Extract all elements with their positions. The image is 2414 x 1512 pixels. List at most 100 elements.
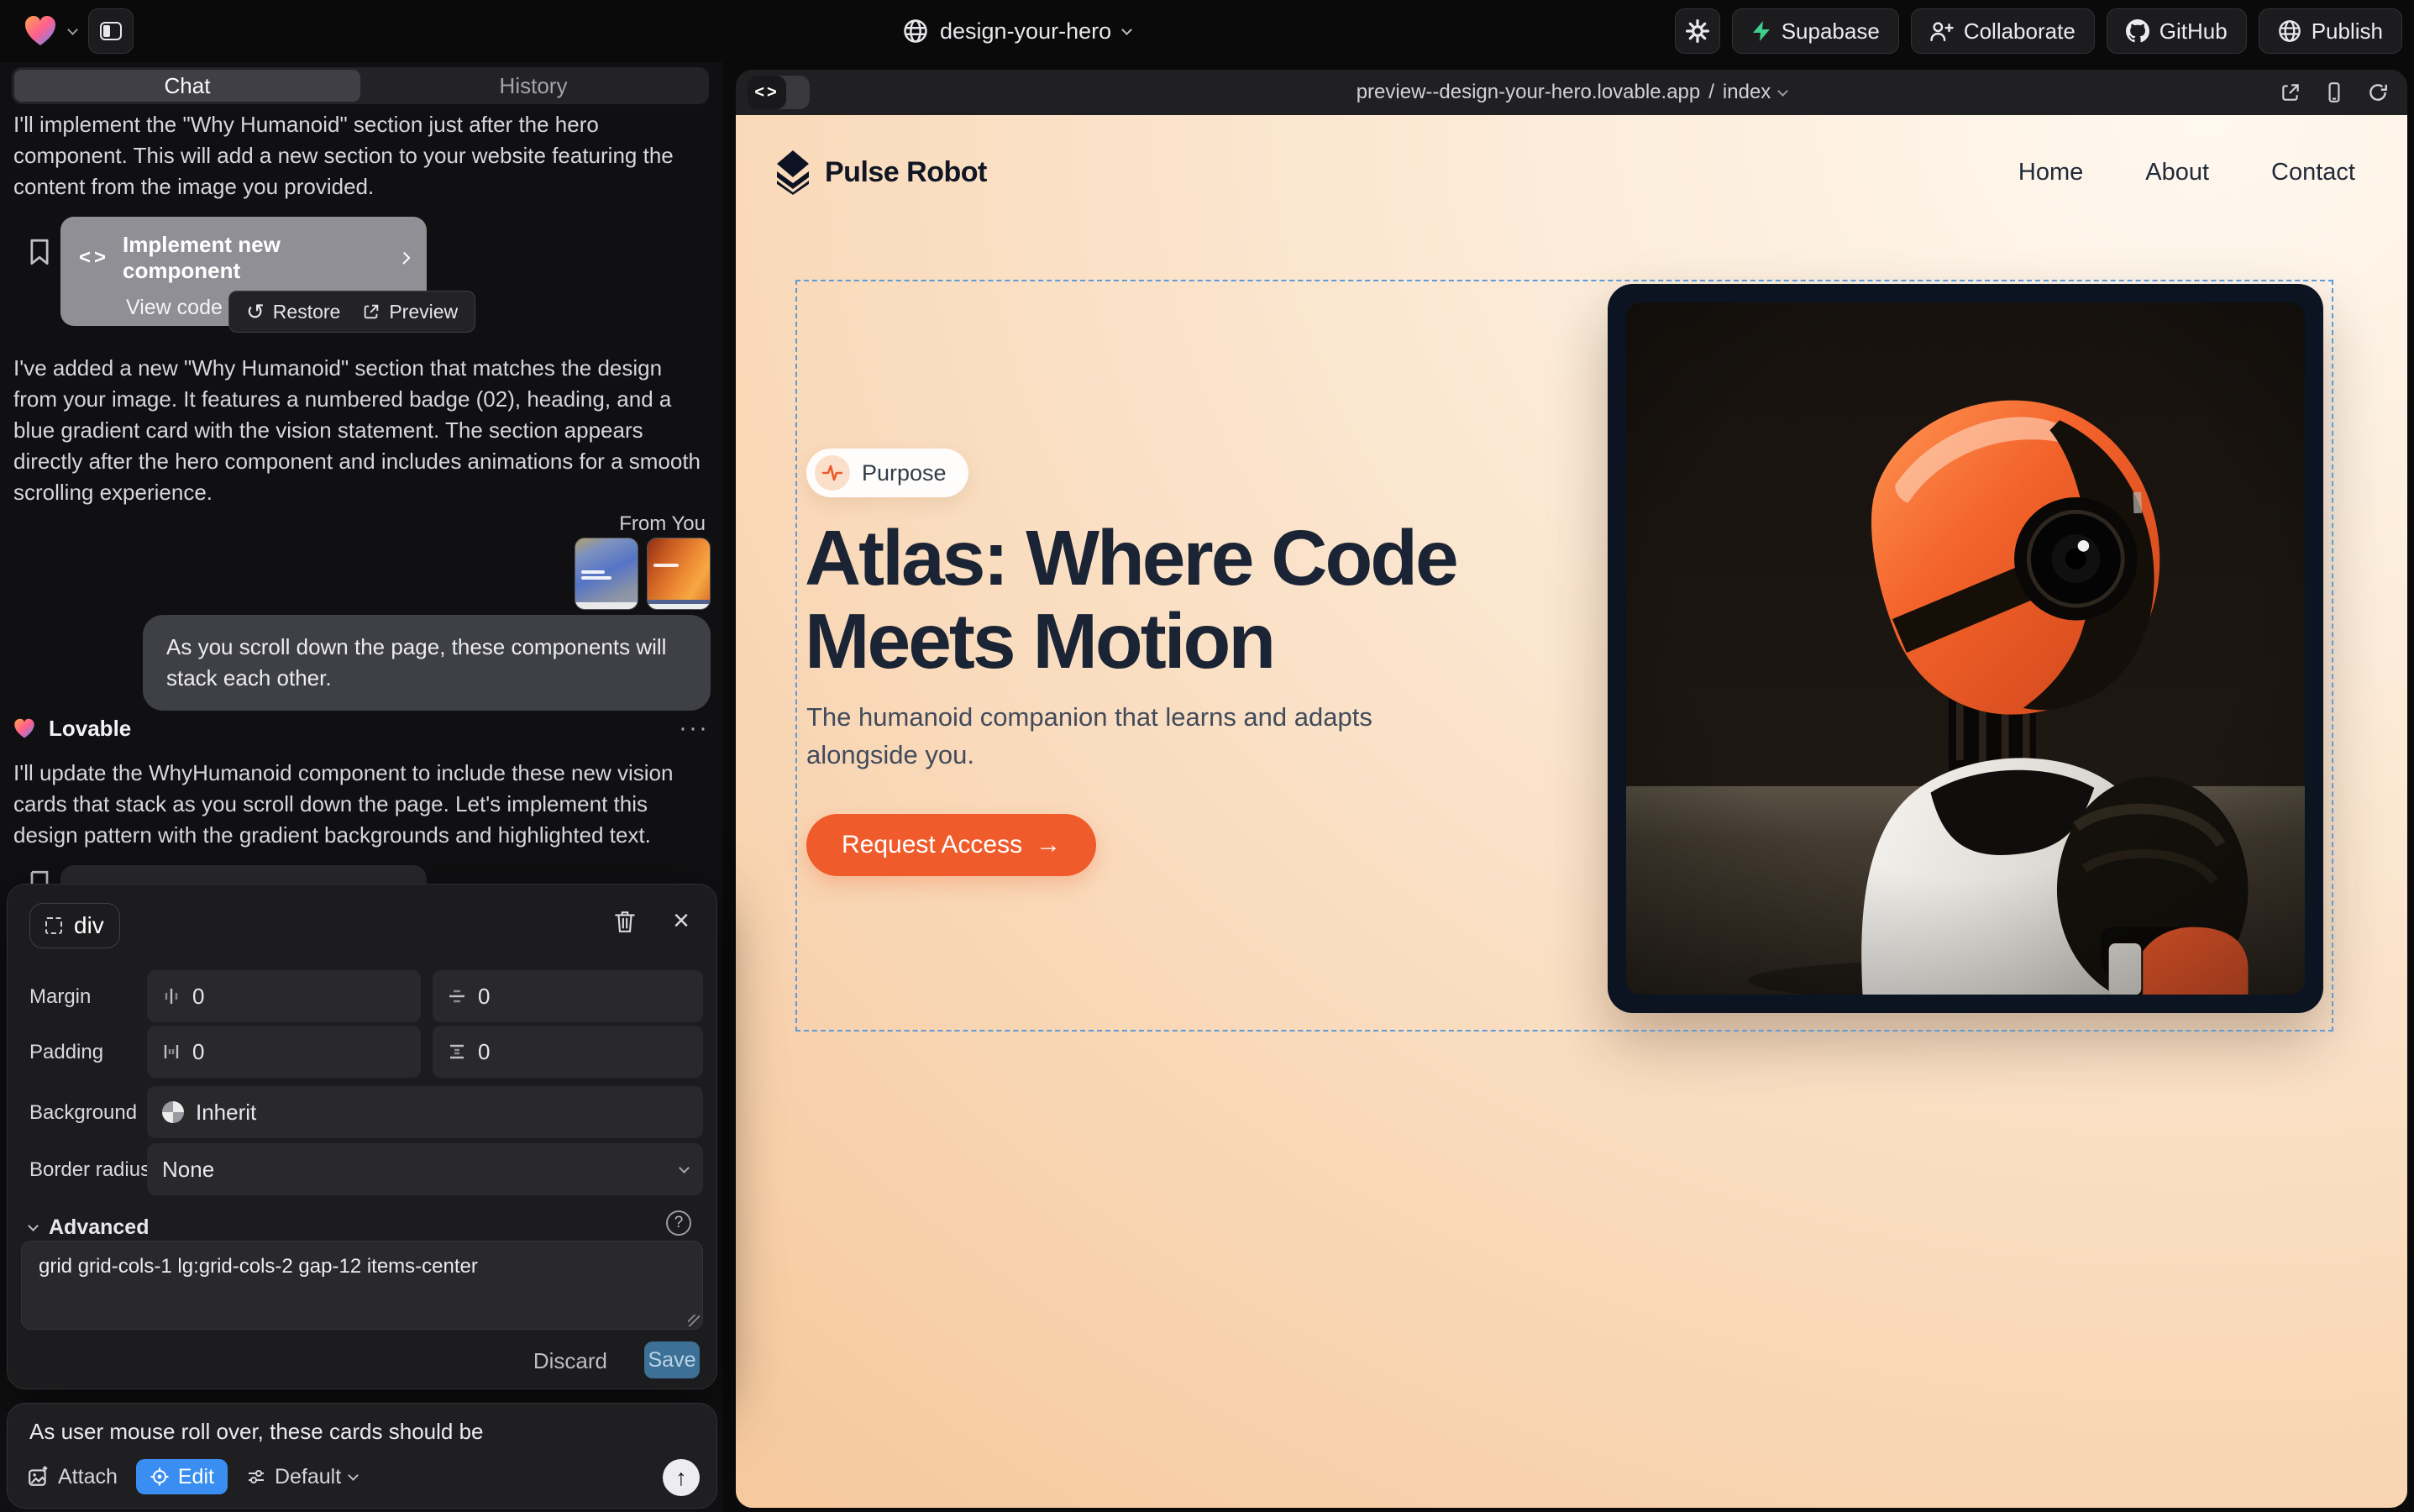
- code-icon: <>: [79, 246, 109, 270]
- margin-label: Margin: [29, 985, 91, 1009]
- close-inspector-button[interactable]: ×: [673, 906, 690, 935]
- attachment-thumbnail-orange[interactable]: [647, 538, 711, 610]
- advanced-toggle[interactable]: Advanced: [29, 1215, 149, 1240]
- border-radius-label: Border radius: [29, 1158, 150, 1182]
- lovable-logo-icon[interactable]: [24, 15, 57, 47]
- assistant-message: I've added a new "Why Humanoid" section …: [13, 353, 707, 508]
- globe-icon: [903, 18, 928, 44]
- discard-button[interactable]: Discard: [533, 1348, 607, 1374]
- lovable-heart-icon: [13, 718, 35, 739]
- tab-history[interactable]: History: [360, 70, 706, 102]
- request-access-button[interactable]: Request Access →: [806, 814, 1096, 876]
- restore-button[interactable]: ↺ Restore: [246, 299, 340, 325]
- supabase-button[interactable]: Supabase: [1732, 8, 1899, 54]
- bookmark-icon[interactable]: [29, 239, 50, 265]
- edit-mode-button[interactable]: Edit: [136, 1459, 228, 1494]
- background-input[interactable]: Inherit: [147, 1086, 703, 1138]
- url-page: index: [1723, 81, 1771, 104]
- url-host: preview--design-your-hero.lovable.app: [1357, 81, 1701, 104]
- chevron-down-icon: [1777, 86, 1788, 97]
- hero-robot-card: [1608, 284, 2323, 1013]
- pulse-robot-logo-icon: [774, 150, 811, 195]
- github-button[interactable]: GitHub: [2107, 8, 2247, 54]
- site-brand: Pulse Robot: [825, 156, 987, 189]
- hero-heading: Atlas: Where Code Meets Motion: [805, 517, 1456, 683]
- project-switcher[interactable]: design-your-hero: [903, 0, 1131, 62]
- collaborate-button[interactable]: Collaborate: [1911, 8, 2095, 54]
- github-icon: [2126, 19, 2149, 43]
- preview-url[interactable]: preview--design-your-hero.lovable.app / …: [736, 70, 2407, 115]
- nav-home[interactable]: Home: [2018, 159, 2083, 186]
- person-plus-icon: [1930, 20, 1954, 42]
- external-link-icon: [362, 302, 380, 321]
- advanced-classes-textarea[interactable]: grid grid-cols-1 lg:grid-cols-2 gap-12 i…: [21, 1241, 703, 1330]
- selected-element-chip[interactable]: div: [29, 903, 120, 948]
- background-label: Background: [29, 1101, 137, 1125]
- margin-x-icon: [162, 987, 181, 1005]
- chat-panel: Chat History I'll implement the "Why Hum…: [0, 62, 722, 1512]
- nav-about[interactable]: About: [2145, 159, 2209, 186]
- open-external-button[interactable]: [2280, 81, 2301, 103]
- attach-button[interactable]: Attach: [28, 1465, 118, 1489]
- site-logo[interactable]: Pulse Robot: [774, 150, 987, 195]
- help-icon[interactable]: ?: [666, 1210, 691, 1236]
- padding-y-input[interactable]: 0: [433, 1026, 703, 1078]
- assistant-message: I'll implement the "Why Humanoid" sectio…: [13, 109, 699, 202]
- chat-composer[interactable]: As user mouse roll over, these cards sho…: [7, 1403, 717, 1509]
- chevron-down-icon: [348, 1470, 359, 1481]
- badge-label: Purpose: [862, 460, 947, 486]
- app-topbar: design-your-hero Supabase Collabora: [0, 0, 2414, 62]
- from-you-label: From You: [619, 512, 706, 536]
- globe-icon: [2278, 19, 2301, 43]
- restore-icon: ↺: [246, 299, 265, 325]
- composer-input[interactable]: As user mouse roll over, these cards sho…: [29, 1419, 484, 1445]
- delete-element-button[interactable]: [614, 910, 636, 933]
- chat-tabs: Chat History: [12, 67, 709, 104]
- publish-button[interactable]: Publish: [2259, 8, 2402, 54]
- mode-select[interactable]: Default: [246, 1465, 357, 1489]
- margin-y-icon: [448, 987, 466, 1005]
- site-canvas: Pulse Robot Home About Contact Purpose A…: [736, 115, 2407, 1508]
- assistant-name: Lovable: [49, 716, 131, 742]
- component-card-title: Implement new component: [123, 232, 386, 284]
- purpose-badge[interactable]: Purpose: [806, 449, 968, 497]
- message-menu-button[interactable]: ···: [679, 714, 709, 743]
- preview-topbar: <> preview--design-your-hero.lovable.app…: [736, 70, 2407, 115]
- tab-chat[interactable]: Chat: [14, 70, 360, 102]
- style-inspector-panel: div × Margin 0 0 Padding 0: [7, 884, 717, 1389]
- transparency-swatch-icon: [162, 1101, 184, 1123]
- sliders-icon: [246, 1467, 266, 1487]
- preview-button[interactable]: Preview: [362, 301, 458, 323]
- arrow-up-icon: ↑: [675, 1465, 687, 1491]
- attachment-thumbnail-blue[interactable]: [575, 538, 638, 610]
- send-button[interactable]: ↑: [663, 1459, 700, 1496]
- workspace-chevron-icon[interactable]: [67, 24, 78, 35]
- panel-left-icon: [100, 22, 122, 40]
- site-header: Pulse Robot Home About Contact: [774, 147, 2355, 197]
- margin-x-input[interactable]: 0: [147, 970, 421, 1022]
- settings-button[interactable]: [1675, 8, 1720, 54]
- nav-contact[interactable]: Contact: [2271, 159, 2355, 186]
- save-button[interactable]: Save: [644, 1341, 700, 1378]
- pulse-icon: [822, 464, 842, 482]
- trash-icon: [614, 910, 636, 933]
- padding-x-input[interactable]: 0: [147, 1026, 421, 1078]
- mobile-view-button[interactable]: [2323, 81, 2345, 103]
- resize-handle[interactable]: [688, 1315, 700, 1326]
- robot-hero-image: [1626, 302, 2305, 995]
- assistant-header: Lovable ···: [13, 714, 709, 743]
- margin-y-input[interactable]: 0: [433, 970, 703, 1022]
- padding-label: Padding: [29, 1041, 103, 1064]
- padding-y-icon: [448, 1042, 466, 1061]
- border-radius-select[interactable]: None: [147, 1143, 703, 1195]
- element-box-icon: [45, 917, 62, 934]
- refresh-icon: [2367, 81, 2389, 103]
- preview-panel: <> preview--design-your-hero.lovable.app…: [736, 70, 2407, 1508]
- restore-preview-popover: ↺ Restore Preview: [228, 291, 475, 333]
- url-separator: /: [1708, 81, 1714, 104]
- project-name: design-your-hero: [940, 18, 1111, 45]
- sidebar-toggle-button[interactable]: [88, 8, 134, 54]
- mobile-icon: [2323, 81, 2345, 103]
- refresh-button[interactable]: [2367, 81, 2389, 103]
- chevron-down-icon: [1121, 24, 1132, 35]
